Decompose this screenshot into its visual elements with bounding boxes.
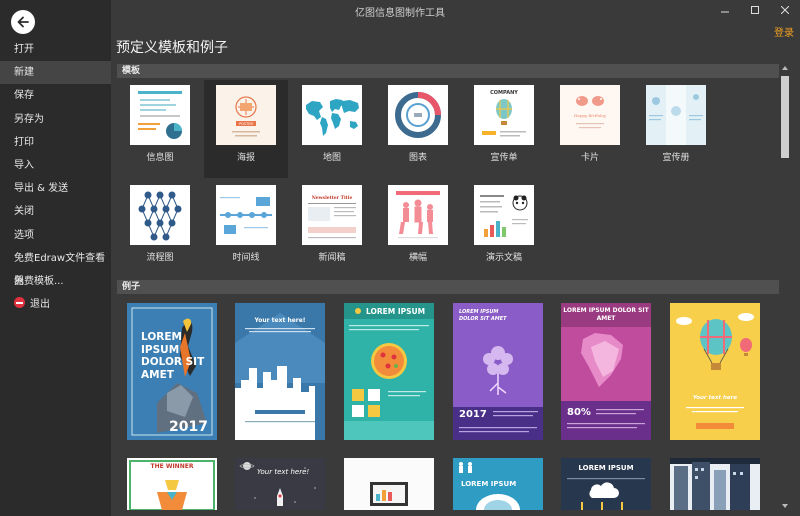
menu-item-import[interactable]: 导入 xyxy=(0,154,111,177)
login-link[interactable]: 登录 xyxy=(774,24,794,39)
template-timeline[interactable]: 时间线 xyxy=(204,180,288,278)
example-card[interactable]: LOREM IPSUM DOLOR SIT AMET 2017 xyxy=(453,303,543,440)
template-label: 新闻稿 xyxy=(318,253,346,263)
svg-text:Happy Birthday: Happy Birthday xyxy=(573,113,607,118)
chart-icon xyxy=(388,85,448,145)
example-card[interactable]: LOREM IPSUM xyxy=(453,458,543,510)
newsletter-icon: Newsletter Title xyxy=(302,185,362,245)
template-brochure[interactable]: 宣传册 xyxy=(634,80,718,178)
menu-item-print[interactable]: 打印 xyxy=(0,131,111,154)
template-chart[interactable]: 图表 xyxy=(376,80,460,178)
example-thumbnail xyxy=(670,303,760,440)
example-card[interactable]: LOREM IPSUM DOLOR SIT AMET 2017 xyxy=(127,303,217,440)
example-card[interactable] xyxy=(670,458,760,510)
banner-icon xyxy=(388,185,448,245)
svg-text:COMPANY: COMPANY xyxy=(490,90,518,96)
template-card[interactable]: Happy Birthday 卡片 xyxy=(548,80,632,178)
poster-icon: POSTER xyxy=(216,85,276,145)
minimize-icon xyxy=(721,11,729,13)
example-card[interactable]: Your text here! xyxy=(235,303,325,440)
flyer-icon: COMPANY xyxy=(474,85,534,145)
template-poster[interactable]: POSTER 海报 xyxy=(204,80,288,178)
menu-item-save[interactable]: 保存 xyxy=(0,84,111,107)
template-presentation[interactable]: 演示文稿 xyxy=(462,180,546,278)
minimize-button[interactable] xyxy=(710,0,740,20)
sidebar: 打开 新建 保存 另存为 打印 导入 导出 & 发送 关闭 选项 免费Edraw… xyxy=(0,0,111,516)
template-label: 流程图 xyxy=(146,253,174,263)
example-thumbnail xyxy=(344,458,434,510)
menu-item-export-send[interactable]: 导出 & 发送 xyxy=(0,177,111,200)
template-flowchart[interactable]: 流程图 xyxy=(118,180,202,278)
menu-item-close[interactable]: 关闭 xyxy=(0,200,111,223)
example-thumbnail xyxy=(235,458,325,510)
template-label: 横幅 xyxy=(408,253,427,263)
scroll-up-icon[interactable] xyxy=(782,66,788,70)
template-banner[interactable]: 横幅 xyxy=(376,180,460,278)
example-card[interactable]: THE WINNER xyxy=(127,458,217,510)
example-thumbnail xyxy=(670,458,760,510)
card-icon: Happy Birthday xyxy=(560,85,620,145)
page-title: 预定义模板和例子 xyxy=(116,40,228,56)
sidebar-menu: 打开 新建 保存 另存为 打印 导入 导出 & 发送 关闭 选项 免费Edraw… xyxy=(0,38,111,316)
template-label: 卡片 xyxy=(580,153,599,163)
template-label: 海报 xyxy=(236,153,255,163)
template-flyer[interactable]: COMPANY 宣传单 xyxy=(462,80,546,178)
menu-item-options[interactable]: 选项 xyxy=(0,224,111,247)
example-card[interactable]: LOREM IPSUM xyxy=(344,303,434,440)
menu-item-free-viewer[interactable]: 免费Edraw文件查看器 xyxy=(0,247,111,287)
menu-item-new[interactable]: 新建 xyxy=(0,61,111,85)
template-label: 地图 xyxy=(322,153,341,163)
template-label: 信息图 xyxy=(146,153,174,163)
menu-item-open[interactable]: 打开 xyxy=(0,38,111,61)
example-thumbnail xyxy=(344,303,434,440)
close-button[interactable] xyxy=(770,0,800,20)
close-icon xyxy=(781,6,789,14)
template-infographic[interactable]: 信息图 xyxy=(118,80,202,178)
examples-section-header: 例子 xyxy=(117,280,779,294)
svg-text:Newsletter Title: Newsletter Title xyxy=(312,195,353,201)
scrollbar-thumb[interactable] xyxy=(781,76,789,158)
menu-item-exit[interactable]: 退出 xyxy=(0,293,111,316)
maximize-button[interactable] xyxy=(740,0,770,20)
template-label: 图表 xyxy=(408,153,427,163)
template-label: 宣传单 xyxy=(490,153,518,163)
maximize-icon xyxy=(751,6,759,14)
template-map[interactable]: 地图 xyxy=(290,80,374,178)
example-card[interactable]: Your text here! xyxy=(235,458,325,510)
example-card[interactable]: LOREM IPSUM DOLOR SIT AMET 80% xyxy=(561,303,651,440)
scroll-down-icon[interactable] xyxy=(782,504,788,508)
templates-section-header: 模板 xyxy=(117,64,779,78)
template-newsletter[interactable]: Newsletter Title 新闻稿 xyxy=(290,180,374,278)
vertical-scrollbar[interactable] xyxy=(780,64,791,510)
template-label: 宣传册 xyxy=(662,153,690,163)
exit-icon xyxy=(14,297,25,309)
template-label: 演示文稿 xyxy=(485,253,522,263)
example-thumbnail xyxy=(561,303,651,440)
brochure-icon xyxy=(646,85,706,145)
example-card[interactable]: LOREM IPSUM xyxy=(561,458,651,510)
svg-text:POSTER: POSTER xyxy=(239,122,253,126)
menu-item-free-templates[interactable]: 免费模板... xyxy=(0,270,111,293)
example-card[interactable]: Your text here xyxy=(670,303,760,440)
title-bar: 亿图信息图制作工具 xyxy=(111,0,800,20)
flowchart-icon xyxy=(130,185,190,245)
presentation-icon xyxy=(474,185,534,245)
menu-item-save-as[interactable]: 另存为 xyxy=(0,108,111,131)
window-controls xyxy=(710,0,800,20)
template-label: 时间线 xyxy=(232,253,260,263)
window-title: 亿图信息图制作工具 xyxy=(355,8,445,19)
world-map-icon xyxy=(302,85,362,145)
example-card[interactable] xyxy=(344,458,434,510)
timeline-icon xyxy=(216,185,276,245)
infographic-icon xyxy=(130,85,190,145)
